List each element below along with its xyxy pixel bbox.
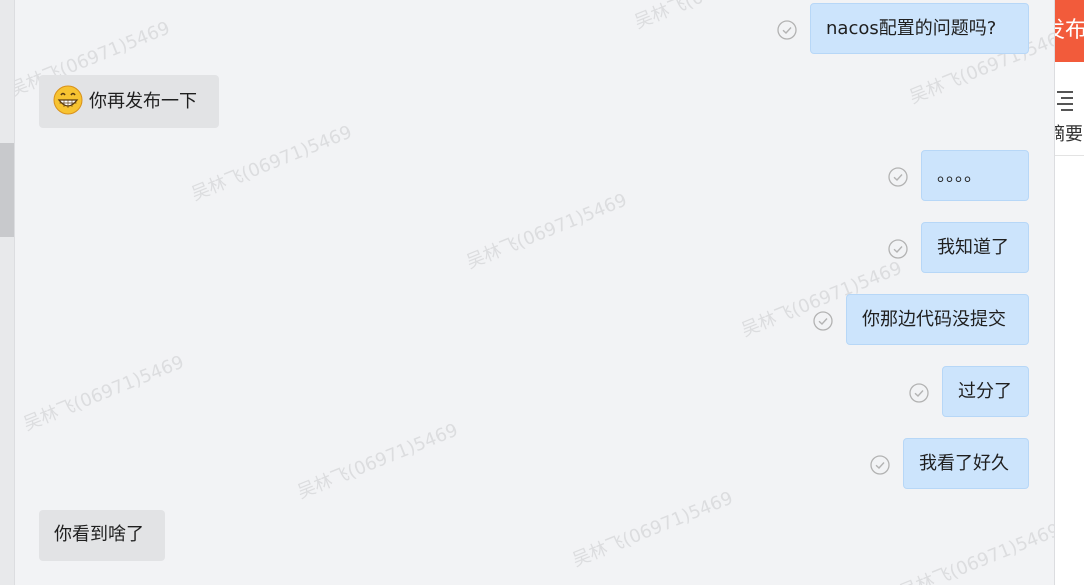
message-bubble-outgoing[interactable]: 我知道了 [921, 222, 1029, 273]
watermark: 吴林飞(06971)5469 [463, 189, 631, 274]
message-bubble-outgoing[interactable]: 我看了好久 [903, 438, 1029, 489]
watermark: 吴林飞(06971)5469 [569, 487, 737, 572]
publish-button[interactable]: 发布 [1055, 0, 1084, 62]
left-pane-scroll-thumb[interactable] [0, 143, 14, 237]
chat-message-area: 吴林飞(06971)5469 吴林飞(06971)5469 吴林飞(06971)… [15, 0, 1054, 585]
read-receipt-check-icon [888, 167, 908, 187]
message-bubble-incoming[interactable]: 你再发布一下 [39, 75, 219, 128]
read-receipt-check-icon [909, 383, 929, 403]
read-receipt-check-icon [813, 311, 833, 331]
panel-divider [1055, 155, 1084, 156]
message-bubble-outgoing[interactable]: nacos配置的问题吗? [810, 3, 1029, 54]
message-bubble-outgoing[interactable]: 。。。。 [921, 150, 1029, 201]
right-side-panel: 发布 摘要 [1054, 0, 1084, 585]
summary-list-icon[interactable] [1055, 88, 1075, 116]
left-pane-scrollbar[interactable] [0, 0, 15, 585]
message-bubble-incoming[interactable]: 你看到啥了 [39, 510, 165, 561]
message-text: 你再发布一下 [89, 91, 197, 112]
read-receipt-check-icon [888, 239, 908, 259]
watermark: 吴林飞(06971)5469 [188, 121, 356, 206]
message-bubble-outgoing[interactable]: 过分了 [942, 366, 1029, 417]
read-receipt-check-icon [870, 455, 890, 475]
grinning-face-emoji-icon [53, 85, 83, 115]
summary-label[interactable]: 摘要 [1055, 120, 1083, 146]
watermark: 吴林飞(06971)5469 [896, 519, 1054, 585]
message-bubble-outgoing[interactable]: 你那边代码没提交 [846, 294, 1029, 345]
watermark: 吴林飞(06971)5469 [630, 0, 798, 34]
watermark: 吴林飞(06971)5469 [20, 351, 188, 436]
read-receipt-check-icon [777, 20, 797, 40]
watermark: 吴林飞(06971)5469 [294, 419, 462, 504]
